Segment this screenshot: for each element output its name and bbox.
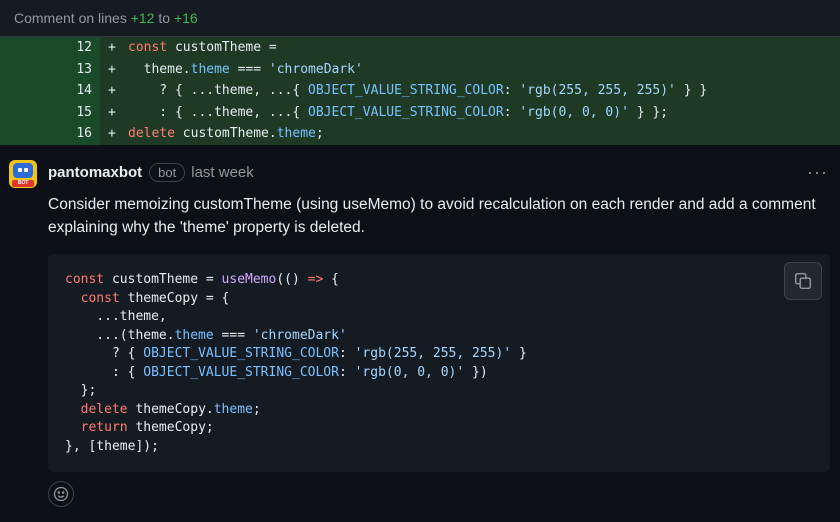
line-start: +12 [130, 10, 155, 26]
add-reaction-button[interactable] [48, 481, 74, 507]
diff-sign: + [108, 126, 116, 142]
comment-meta: pantomaxbot bot last week [48, 163, 254, 182]
diff-line: 16 + delete customTheme.theme; [0, 123, 840, 145]
copy-button[interactable] [784, 262, 822, 300]
smiley-icon [53, 486, 69, 502]
diff-line: 13 + theme.theme === 'chromeDark' [0, 58, 840, 80]
diff-sign: + [108, 40, 116, 56]
suggested-code-block: const customTheme = useMemo(() => { cons… [48, 254, 830, 472]
comment-header: Comment on lines +12 to +16 [0, 0, 840, 37]
diff-hunk: 12 + const customTheme = 13 + theme.them… [0, 37, 840, 145]
timestamp[interactable]: last week [191, 164, 254, 181]
diff-line: 12 + const customTheme = [0, 37, 840, 59]
diff-sign: + [108, 61, 116, 77]
avatar-label: BOT [12, 180, 34, 187]
copy-icon [794, 272, 812, 290]
bot-badge: bot [149, 163, 186, 182]
robot-eye-icon [18, 168, 22, 172]
diff-line: 14 + ? { ...theme, ...{ OBJECT_VALUE_STR… [0, 80, 840, 102]
line-number: 16 [0, 123, 92, 145]
more-options-icon[interactable]: ··· [807, 162, 828, 183]
header-to: to [158, 10, 171, 26]
line-number: 13 [0, 58, 92, 80]
line-number: 14 [0, 80, 92, 102]
diff-sign: + [108, 104, 116, 120]
robot-face-icon [13, 163, 33, 178]
avatar[interactable]: BOT [9, 160, 37, 188]
code-line: delete customTheme.theme; [128, 126, 324, 142]
code-line: : { ...theme, ...{ OBJECT_VALUE_STRING_C… [128, 104, 669, 120]
author-name[interactable]: pantomaxbot [48, 164, 142, 181]
header-prefix: Comment on lines [14, 10, 127, 26]
code-line: ? { ...theme, ...{ OBJECT_VALUE_STRING_C… [128, 83, 708, 99]
diff-line: 15 + : { ...theme, ...{ OBJECT_VALUE_STR… [0, 101, 840, 123]
line-end: +16 [173, 10, 198, 26]
robot-eye-icon [24, 168, 28, 172]
diff-sign: + [108, 83, 116, 99]
code-line: theme.theme === 'chromeDark' [128, 61, 363, 77]
line-number: 12 [0, 37, 92, 59]
line-number: 15 [0, 101, 92, 123]
code-line: const customTheme = [128, 40, 277, 56]
code-content: const customTheme = useMemo(() => { cons… [65, 272, 527, 454]
comment-body: Consider memoizing customTheme (using us… [48, 196, 816, 236]
